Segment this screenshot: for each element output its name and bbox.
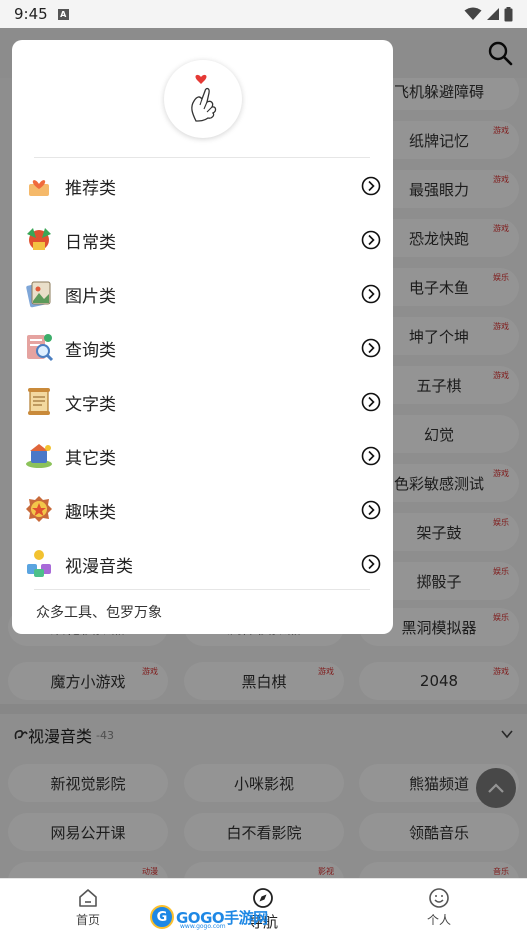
- finger-heart-icon: [191, 74, 217, 122]
- watermark-logo: G GOGO手游网 www.gogo.com: [150, 903, 268, 931]
- chevron-right-circle-icon: [361, 554, 381, 574]
- fun-icon: [26, 496, 52, 522]
- chevron-right-circle-icon: [361, 230, 381, 250]
- finger-heart-logo: [164, 60, 242, 138]
- divider: [34, 589, 370, 590]
- menu-item-query[interactable]: 查询类: [12, 321, 393, 375]
- menu-item-label: 日常类: [65, 232, 116, 253]
- other-icon: [26, 444, 52, 468]
- menu-item-recommend[interactable]: 推荐类: [12, 159, 393, 213]
- text-icon: [28, 388, 50, 415]
- status-time: 9:45: [14, 5, 48, 23]
- nav-me[interactable]: 个人: [404, 887, 474, 928]
- chevron-right-circle-icon: [361, 284, 381, 304]
- image-icon: [26, 281, 51, 308]
- chevron-right-circle-icon: [361, 176, 381, 196]
- nav-home[interactable]: 首页: [53, 887, 123, 928]
- home-icon: [79, 889, 97, 907]
- watermark-g-icon: G: [150, 905, 174, 929]
- menu-item-label: 视漫音类: [65, 556, 133, 577]
- watermark-url: www.gogo.com: [180, 923, 226, 930]
- bottom-nav: 首页 导航 个人 G GOGO手游网 www.gogo.com: [0, 878, 527, 938]
- recommend-icon: [29, 180, 49, 196]
- chevron-right-circle-icon: [361, 500, 381, 520]
- menu-item-label: 其它类: [65, 448, 116, 469]
- chevron-right-circle-icon: [361, 392, 381, 412]
- nav-home-label: 首页: [75, 913, 100, 927]
- menu-item-image[interactable]: 图片类: [12, 267, 393, 321]
- divider: [34, 157, 370, 158]
- chevron-right-circle-icon: [361, 338, 381, 358]
- daily-icon: [27, 228, 51, 250]
- menu-footer-text: 众多工具、包罗万象: [36, 605, 162, 621]
- menu-item-label: 文字类: [65, 394, 116, 415]
- notification-a-icon: A: [57, 8, 69, 20]
- chevron-right-circle-icon: [361, 446, 381, 466]
- smile-icon: [429, 888, 449, 908]
- menu-item-other[interactable]: 其它类: [12, 429, 393, 483]
- menu-item-daily[interactable]: 日常类: [12, 213, 393, 267]
- status-icons: [464, 6, 513, 22]
- status-bar: 9:45 A: [0, 0, 527, 28]
- nav-me-label: 个人: [426, 913, 451, 927]
- media-icon: [27, 550, 51, 577]
- wifi-icon: [464, 7, 482, 20]
- battery-icon: [504, 6, 513, 21]
- menu-item-label: 推荐类: [65, 178, 116, 199]
- category-menu: 推荐类 日常类 图片类 查询类 文字类 其它类 趣味类 视漫音类 众多工具、包罗…: [12, 40, 393, 634]
- menu-item-text[interactable]: 文字类: [12, 375, 393, 429]
- menu-item-label: 图片类: [65, 286, 116, 307]
- signal-icon: [487, 8, 499, 20]
- menu-item-media[interactable]: 视漫音类: [12, 537, 393, 591]
- menu-item-label: 趣味类: [65, 502, 116, 523]
- menu-item-fun[interactable]: 趣味类: [12, 483, 393, 537]
- menu-item-label: 查询类: [65, 340, 116, 361]
- query-icon: [27, 334, 54, 362]
